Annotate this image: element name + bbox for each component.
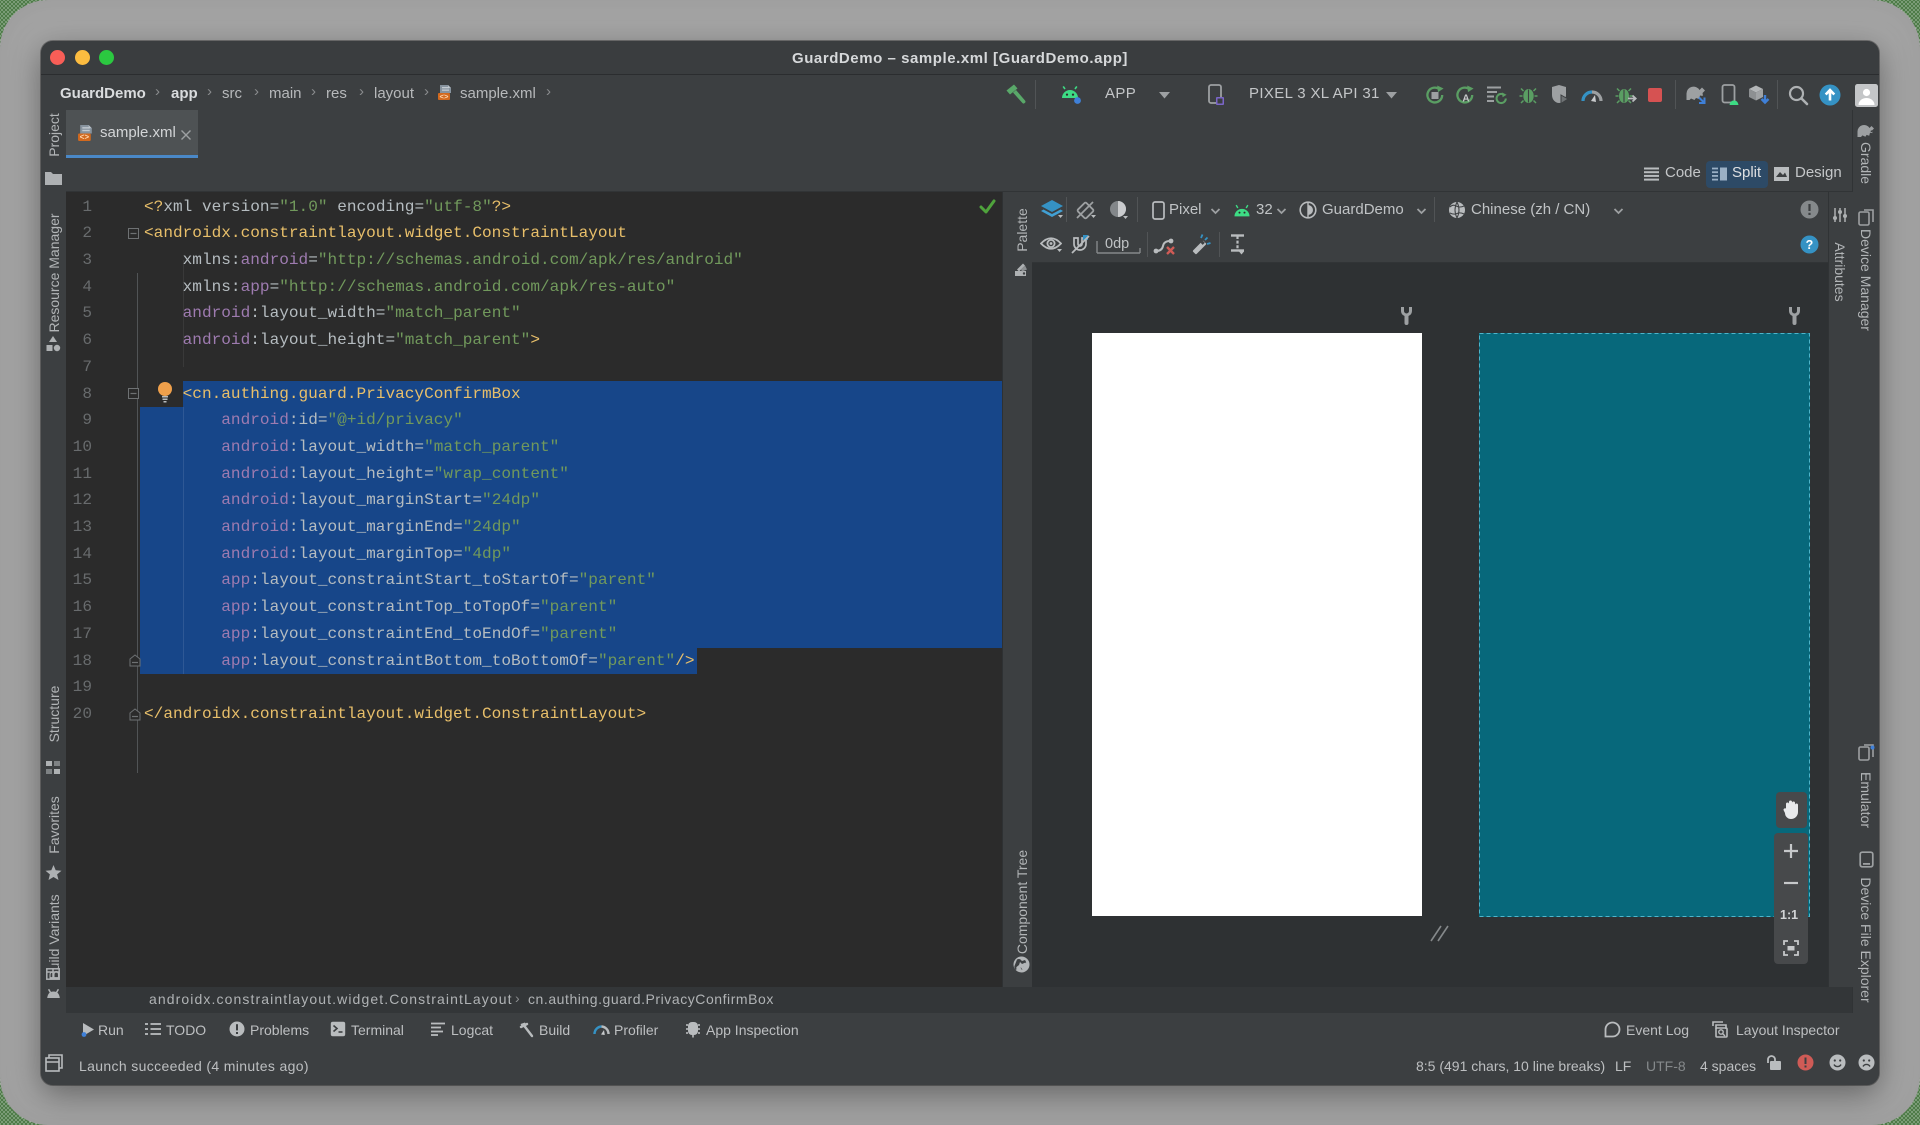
svg-text:<>: <> bbox=[80, 134, 90, 142]
svg-text:A: A bbox=[1462, 94, 1469, 105]
svg-text:?: ? bbox=[1806, 238, 1814, 252]
svg-text:<>: <> bbox=[439, 94, 449, 101]
